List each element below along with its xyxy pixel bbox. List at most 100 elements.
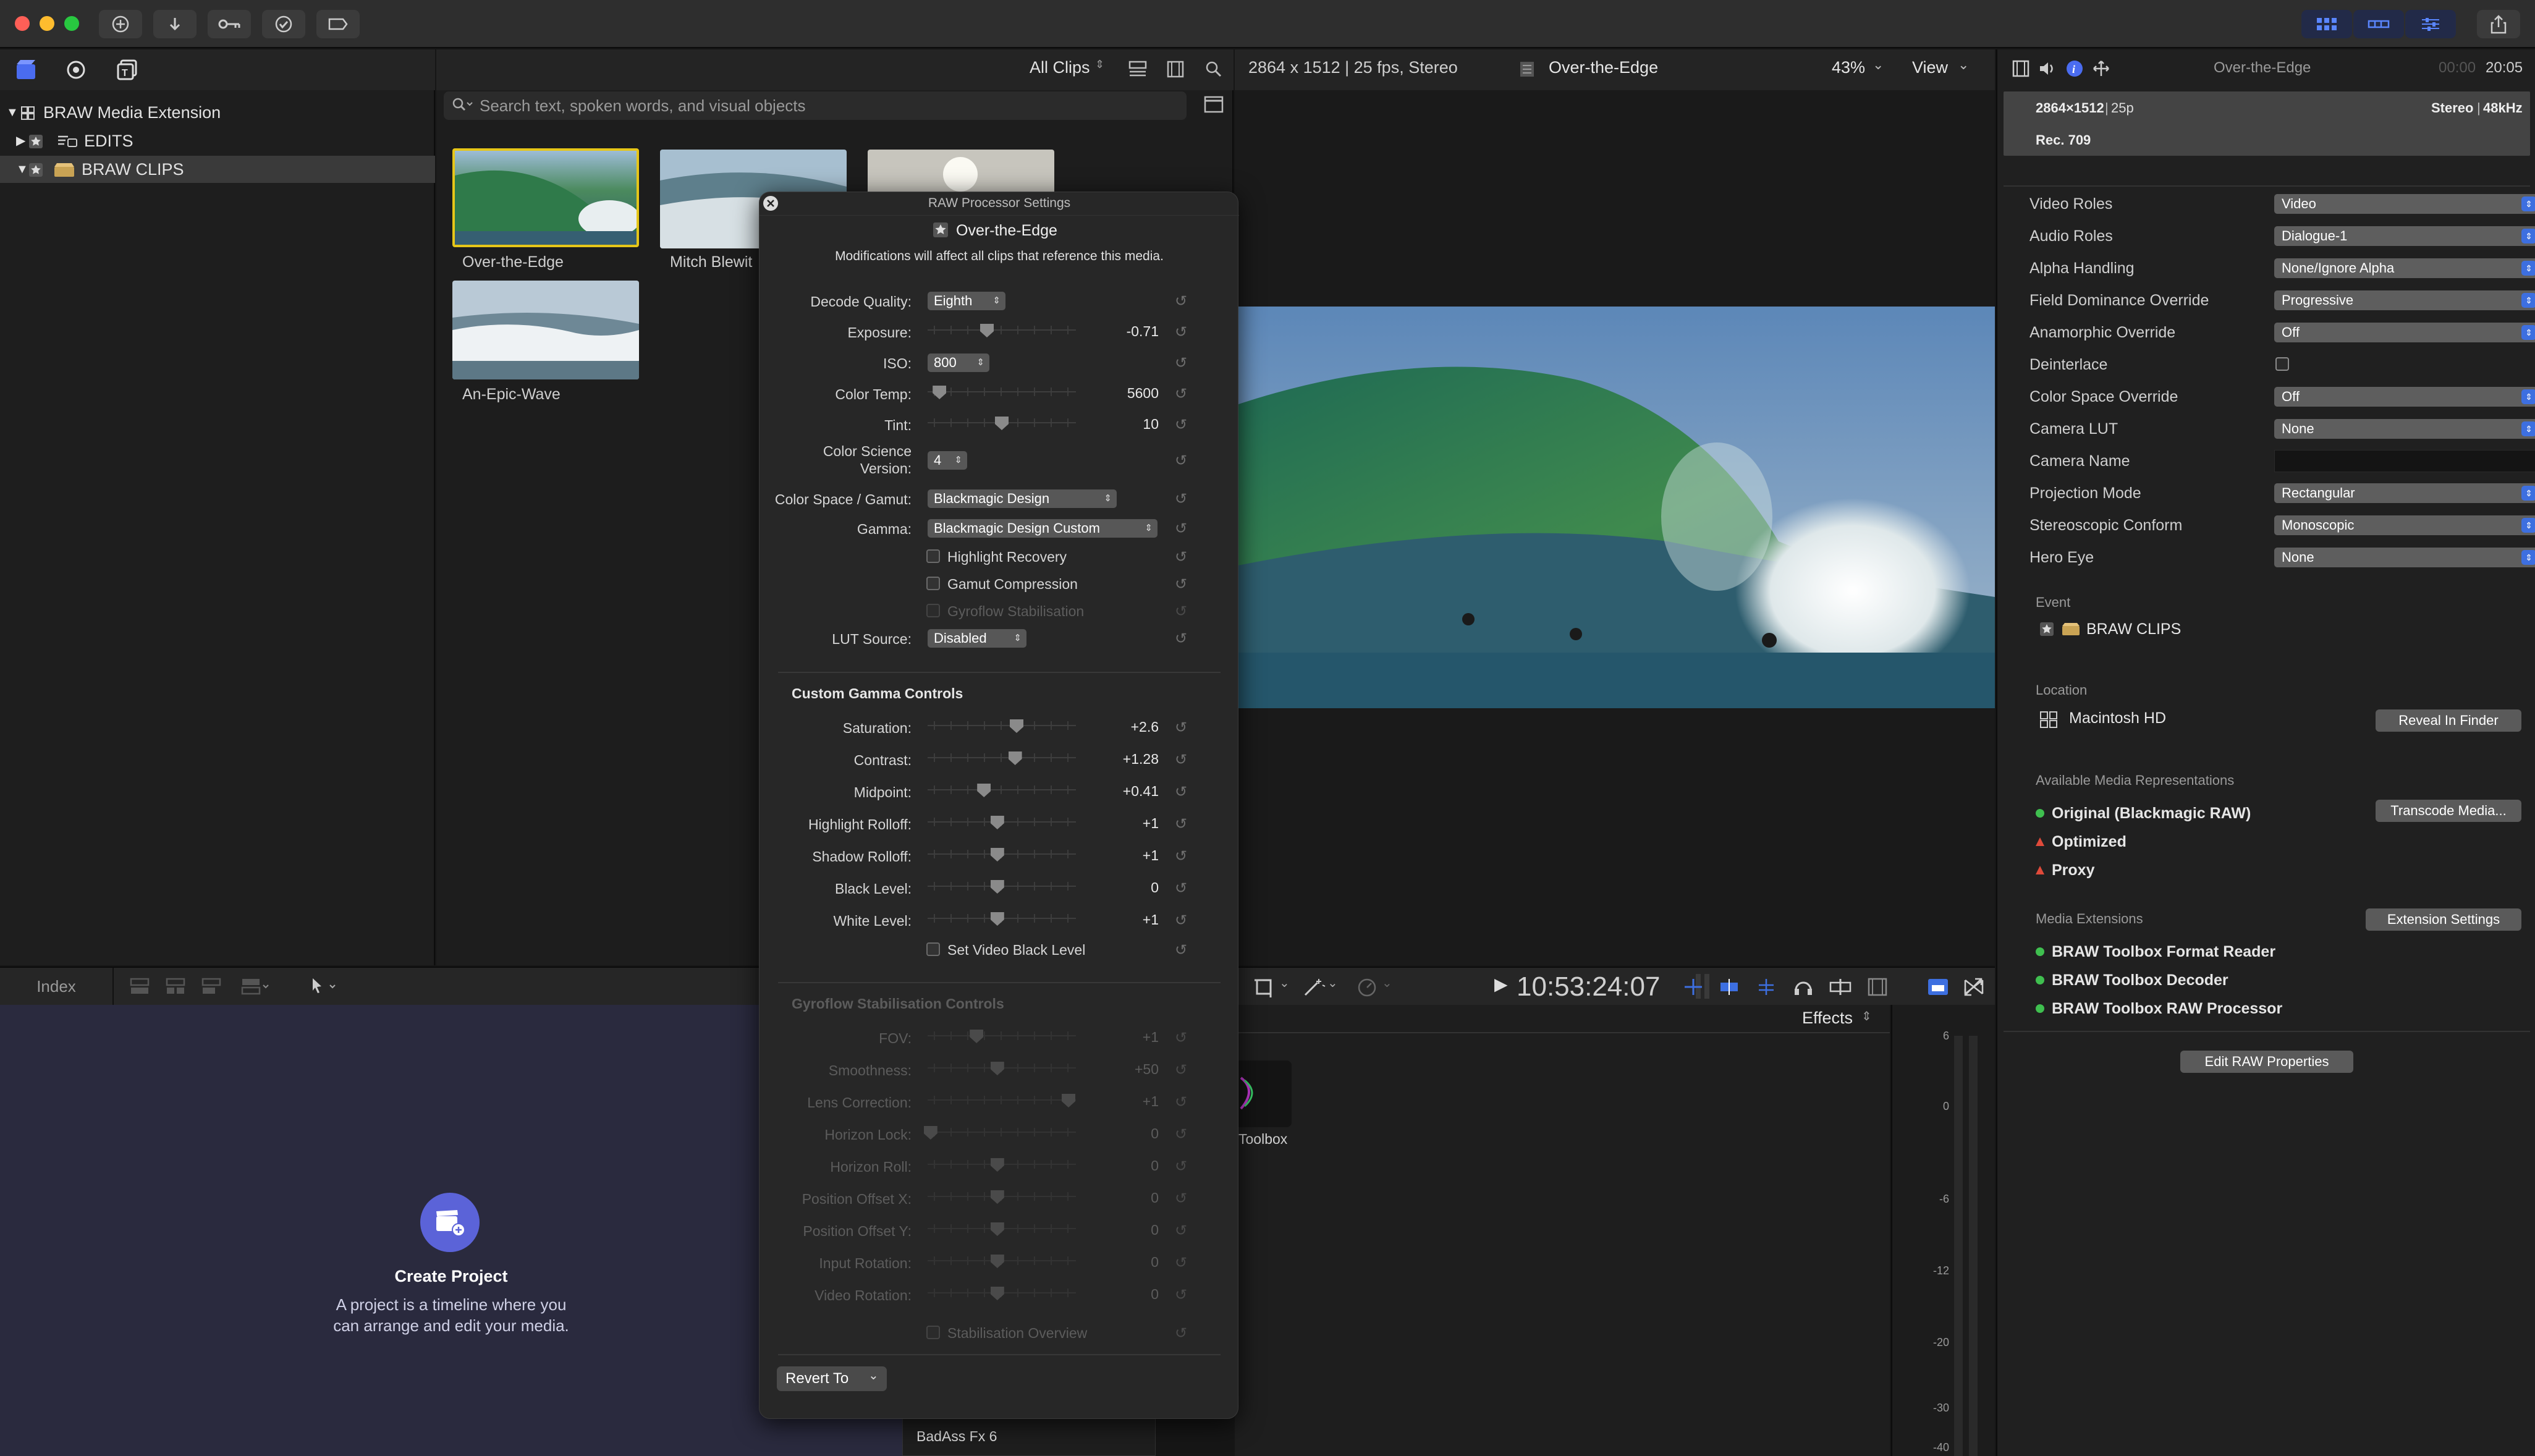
download-button[interactable] bbox=[153, 10, 197, 38]
revert-icon[interactable]: ↺ bbox=[1175, 847, 1187, 865]
effects-list-item[interactable]: BadAss Fx 6 bbox=[902, 1415, 1156, 1456]
view-popup[interactable]: View bbox=[1912, 58, 1948, 77]
transitions-browser-icon[interactable] bbox=[1962, 976, 1986, 997]
setting-popup[interactable]: Off ⇕ bbox=[2274, 323, 2535, 342]
setting-popup[interactable]: Off ⇕ bbox=[2274, 387, 2535, 407]
revert-icon[interactable]: ↺ bbox=[1175, 520, 1187, 538]
video-inspector-icon[interactable] bbox=[2012, 59, 2029, 78]
revert-icon[interactable]: ↺ bbox=[1175, 575, 1187, 593]
revert-icon[interactable]: ↺ bbox=[1175, 751, 1187, 769]
view-inspector-toggle[interactable] bbox=[2405, 10, 2456, 38]
keyword-button[interactable] bbox=[208, 10, 251, 38]
revert-icon[interactable]: ↺ bbox=[1175, 323, 1187, 341]
close-window-button[interactable] bbox=[15, 16, 30, 31]
lut-source-popup[interactable]: Disabled ⇕ bbox=[928, 629, 1026, 648]
info-inspector-icon[interactable]: i bbox=[2065, 59, 2084, 78]
color-space-popup[interactable]: Blackmagic Design ⇕ bbox=[928, 489, 1117, 508]
revert-icon[interactable]: ↺ bbox=[1175, 416, 1187, 434]
gamma-control-slider-knob[interactable] bbox=[1008, 751, 1022, 765]
view-browser-toggle[interactable] bbox=[2301, 10, 2352, 38]
overwrite-clip-icon[interactable] bbox=[240, 978, 271, 995]
color-temp-slider-knob[interactable] bbox=[933, 386, 947, 399]
setting-popup[interactable]: Video ⇕ bbox=[2274, 194, 2535, 214]
revert-icon[interactable]: ↺ bbox=[1175, 630, 1187, 648]
gamma-control-slider-knob[interactable] bbox=[990, 816, 1004, 829]
setting-popup[interactable]: None/Ignore Alpha ⇕ bbox=[2274, 258, 2535, 278]
audio-skimming-icon[interactable] bbox=[1717, 976, 1741, 997]
revert-icon[interactable]: ↺ bbox=[1175, 452, 1187, 470]
share-inspector-icon[interactable] bbox=[2091, 59, 2111, 78]
gamut-compression-checkbox[interactable] bbox=[926, 577, 940, 590]
filmstrip-icon[interactable] bbox=[1167, 61, 1184, 78]
connect-clip-icon[interactable] bbox=[129, 978, 151, 995]
decode-quality-popup[interactable]: Eighth ⇕ bbox=[928, 292, 1005, 310]
camera-name-field[interactable] bbox=[2274, 450, 2535, 472]
revert-icon[interactable]: ↺ bbox=[1175, 354, 1187, 372]
filter-window-icon[interactable] bbox=[1204, 95, 1224, 114]
insert-clip-icon[interactable] bbox=[164, 978, 187, 995]
set-video-black-level-checkbox[interactable] bbox=[926, 942, 940, 956]
setting-popup[interactable]: Progressive ⇕ bbox=[2274, 290, 2535, 310]
gamma-popup[interactable]: Blackmagic Design Custom ⇕ bbox=[928, 519, 1157, 538]
index-button[interactable]: Index bbox=[0, 968, 114, 1005]
libraries-icon[interactable] bbox=[15, 58, 38, 82]
setting-popup[interactable]: None ⇕ bbox=[2274, 419, 2535, 439]
gamma-control-slider-knob[interactable] bbox=[1010, 719, 1023, 733]
revert-icon[interactable]: ↺ bbox=[1175, 490, 1187, 508]
solo-icon[interactable] bbox=[1754, 976, 1779, 997]
minimize-window-button[interactable] bbox=[40, 16, 54, 31]
effects-browser-toggle-icon[interactable] bbox=[1926, 976, 1950, 997]
effects-category-popup[interactable]: Effects bbox=[1802, 1009, 1853, 1028]
setting-popup[interactable]: Monoscopic ⇕ bbox=[2274, 515, 2535, 535]
share-button[interactable] bbox=[2477, 10, 2520, 38]
setting-popup[interactable]: Rectangular ⇕ bbox=[2274, 483, 2535, 503]
clip-filter-popup[interactable]: All Clips bbox=[1030, 58, 1090, 77]
library-item-edits[interactable]: ▶ EDITS bbox=[0, 127, 435, 154]
revert-icon[interactable]: ↺ bbox=[1175, 941, 1187, 959]
headphones-icon[interactable] bbox=[1791, 976, 1816, 997]
setting-popup[interactable]: Dialogue-1 ⇕ bbox=[2274, 226, 2535, 246]
create-project-button[interactable] bbox=[420, 1193, 480, 1252]
gamma-control-slider-knob[interactable] bbox=[977, 784, 991, 797]
disclosure-closed-icon[interactable]: ▶ bbox=[16, 127, 25, 154]
append-clip-icon[interactable] bbox=[200, 978, 222, 995]
enhance-magic-wand-icon[interactable] bbox=[1301, 976, 1326, 997]
photos-audio-icon[interactable] bbox=[64, 58, 88, 82]
speed-gauge-icon[interactable] bbox=[1356, 976, 1378, 997]
gamma-control-slider-knob[interactable] bbox=[990, 880, 1004, 894]
revert-to-button[interactable]: Revert To ⌄ bbox=[777, 1366, 887, 1391]
clip-appearance-icon[interactable] bbox=[1865, 976, 1890, 997]
crop-tool-icon[interactable] bbox=[1253, 976, 1278, 997]
exposure-slider-knob[interactable] bbox=[980, 324, 994, 337]
library-item-braw-media-extension[interactable]: ▼ BRAW Media Extension bbox=[0, 99, 435, 126]
revert-icon[interactable]: ↺ bbox=[1175, 719, 1187, 737]
edit-raw-properties-button[interactable]: Edit RAW Properties bbox=[2180, 1051, 2353, 1073]
reveal-in-finder-button[interactable]: Reveal In Finder bbox=[2376, 709, 2521, 732]
gamma-control-slider-knob[interactable] bbox=[990, 912, 1004, 926]
iso-popup[interactable]: 800 ⇕ bbox=[928, 353, 989, 372]
clip-appearance-icon[interactable] bbox=[1128, 61, 1147, 78]
revert-icon[interactable]: ↺ bbox=[1175, 879, 1187, 897]
snapping-icon[interactable] bbox=[1828, 976, 1853, 997]
disclosure-open-icon[interactable]: ▼ bbox=[16, 156, 28, 183]
revert-icon[interactable]: ↺ bbox=[1175, 783, 1187, 801]
gamma-control-slider-knob[interactable] bbox=[990, 848, 1004, 861]
revert-icon[interactable]: ↺ bbox=[1175, 815, 1187, 833]
play-icon[interactable]: ▶ bbox=[1494, 974, 1508, 994]
clip-thumbnail-over-the-edge[interactable] bbox=[452, 148, 639, 247]
zoom-window-button[interactable] bbox=[64, 16, 79, 31]
audio-inspector-icon[interactable] bbox=[2038, 59, 2057, 78]
search-field[interactable]: Search text, spoken words, and visual ob… bbox=[444, 91, 1187, 120]
deinterlace-checkbox[interactable] bbox=[2275, 357, 2289, 371]
revert-icon[interactable]: ↺ bbox=[1175, 912, 1187, 929]
titles-generators-icon[interactable]: T bbox=[116, 58, 140, 82]
highlight-recovery-checkbox[interactable] bbox=[926, 549, 940, 563]
search-icon[interactable] bbox=[1205, 61, 1222, 78]
zoom-popup[interactable]: 43% bbox=[1832, 58, 1865, 77]
extension-settings-button[interactable]: Extension Settings bbox=[2366, 908, 2521, 931]
disclosure-open-icon[interactable]: ▼ bbox=[6, 99, 19, 126]
setting-popup[interactable]: None ⇕ bbox=[2274, 548, 2535, 567]
background-tasks-button[interactable] bbox=[262, 10, 305, 38]
view-timeline-toggle[interactable] bbox=[2353, 10, 2404, 38]
revert-icon[interactable]: ↺ bbox=[1175, 292, 1187, 310]
